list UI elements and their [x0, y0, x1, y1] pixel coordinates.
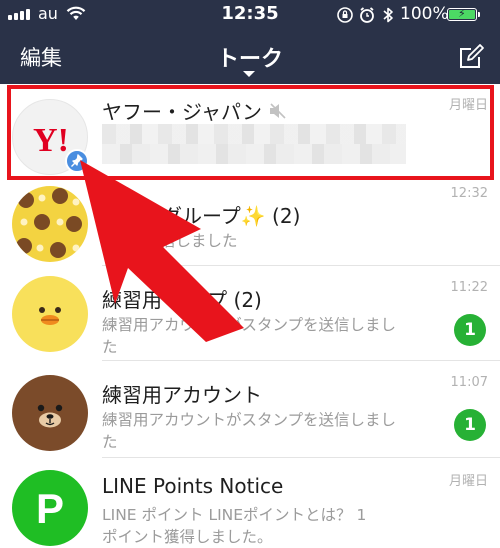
- red-arrow-annotation: [80, 160, 244, 342]
